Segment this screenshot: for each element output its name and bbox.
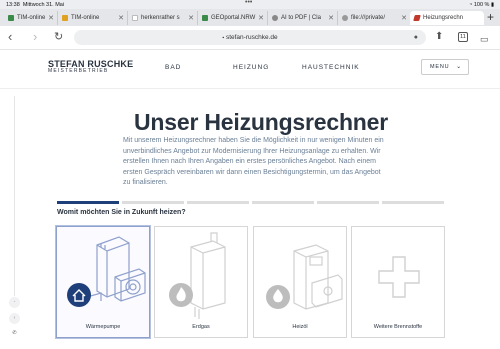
browser-toolbar: ‹ › ↻ ▪ stefan-ruschke.de ● ⬆ 11 ▭ bbox=[0, 26, 500, 50]
progress-segment bbox=[252, 201, 314, 204]
nav-link-bad[interactable]: BAD bbox=[165, 64, 181, 71]
status-bar: 13:38 Mittwoch 31. Mai ••• ◔ 100 % ▮ bbox=[0, 0, 500, 9]
tab-herkenrather[interactable]: herkenrather s ✕ bbox=[128, 11, 198, 25]
address-bar[interactable]: ▪ stefan-ruschke.de ● bbox=[74, 30, 426, 45]
gas-boiler-icon bbox=[169, 232, 226, 319]
close-tab-icon[interactable]: ✕ bbox=[188, 14, 194, 22]
multitask-dots-icon[interactable]: ••• bbox=[245, 0, 252, 6]
option-label: Erdgas bbox=[192, 324, 210, 330]
logo-subtitle: MEISTERBETRIEB bbox=[48, 68, 109, 74]
tab-geoportal[interactable]: GEOportal.NRW ✕ bbox=[198, 11, 268, 25]
microphone-icon[interactable]: ● bbox=[414, 30, 418, 45]
tab-favicon bbox=[413, 15, 421, 21]
status-time-date: 13:38 Mittwoch 31. Mai bbox=[6, 1, 65, 8]
globe-icon bbox=[342, 15, 348, 21]
tab-favicon bbox=[272, 15, 278, 21]
tab-label: GEOportal.NRW bbox=[211, 15, 256, 21]
tab-label: Heizungsrechn bbox=[423, 15, 464, 21]
sidebar-dot-icon[interactable]: ◦ bbox=[9, 297, 20, 308]
tab-label: AI to PDF | Cla bbox=[281, 15, 321, 21]
google-icon bbox=[132, 15, 138, 21]
menu-button[interactable]: MENU ⌄ bbox=[421, 59, 469, 75]
progress-segment bbox=[187, 201, 249, 204]
sidebar-rail bbox=[14, 96, 15, 296]
close-tab-icon[interactable]: ✕ bbox=[328, 14, 334, 22]
progress-segment bbox=[382, 201, 444, 204]
tab-label: herkenrather s bbox=[141, 15, 180, 21]
option-card-heizoel[interactable]: Heizöl bbox=[253, 226, 347, 338]
intro-text: Mit unserem Heizungsrechner haben Sie di… bbox=[123, 137, 384, 186]
option-label: Wärmepumpe bbox=[85, 324, 121, 330]
tab-label: TIM-online bbox=[71, 15, 100, 21]
forward-icon[interactable]: › bbox=[33, 30, 37, 44]
reload-icon[interactable]: ↻ bbox=[54, 30, 63, 44]
close-tab-icon[interactable]: ✕ bbox=[401, 14, 407, 22]
progress-segment bbox=[317, 201, 379, 204]
url-text: stefan-ruschke.de bbox=[225, 34, 278, 41]
phone-icon[interactable]: ✆ bbox=[9, 328, 20, 339]
progress-segment bbox=[122, 201, 184, 204]
heat-pump-icon bbox=[67, 236, 146, 307]
chevron-down-icon: ⌄ bbox=[456, 64, 462, 70]
tab-overview-button[interactable]: 11 bbox=[458, 32, 468, 42]
option-label: Weitere Brennstoffe bbox=[373, 324, 423, 330]
tab-favicon bbox=[8, 15, 14, 21]
question-label: Womit möchten Sie in Zukunft heizen? bbox=[57, 209, 186, 216]
sidebar-icon[interactable]: ▭ bbox=[480, 32, 489, 46]
tab-ai-to-pdf[interactable]: AI to PDF | Cla ✕ bbox=[268, 11, 338, 25]
option-label: Heizöl bbox=[292, 324, 308, 330]
close-tab-icon[interactable]: ✕ bbox=[118, 14, 124, 22]
tab-label: TIM-online bbox=[17, 15, 46, 21]
nav-link-heizung[interactable]: HEIZUNG bbox=[233, 64, 269, 71]
tab-favicon bbox=[62, 15, 68, 21]
sidebar-arrow-icon[interactable]: ‹ bbox=[9, 313, 20, 324]
menu-label: MENU bbox=[430, 64, 450, 70]
tab-bar: TIM-online ✕ TIM-online ✕ herkenrather s ✕ … bbox=[0, 9, 500, 26]
back-icon[interactable]: ‹ bbox=[8, 30, 12, 44]
tab-tim-online-1[interactable]: TIM-online ✕ bbox=[4, 11, 58, 25]
tab-label: file:///private/ bbox=[351, 15, 386, 21]
oil-boiler-icon bbox=[266, 244, 343, 310]
progress-bar bbox=[57, 201, 444, 204]
close-tab-icon[interactable]: ✕ bbox=[48, 14, 54, 22]
option-card-waermepumpe[interactable]: Wärmepumpe bbox=[56, 226, 150, 338]
share-icon[interactable]: ⬆ bbox=[435, 31, 443, 42]
lock-icon: ▪ bbox=[222, 35, 225, 41]
header-divider bbox=[0, 88, 500, 89]
tab-heizungsrechner[interactable]: Heizungsrechn bbox=[410, 11, 484, 25]
tab-favicon bbox=[202, 15, 208, 21]
tab-tim-online-2[interactable]: TIM-online ✕ bbox=[58, 11, 128, 25]
new-tab-icon[interactable]: + bbox=[487, 10, 494, 24]
option-card-weitere-brennstoffe[interactable]: Weitere Brennstoffe bbox=[351, 226, 445, 338]
close-tab-icon[interactable]: ✕ bbox=[258, 14, 264, 22]
progress-segment bbox=[57, 201, 119, 204]
page-title: Unser Heizungsrechner bbox=[134, 109, 388, 135]
tab-file-private[interactable]: file:///private/ ✕ bbox=[338, 11, 410, 25]
status-battery: ◔ 100 % ▮ bbox=[468, 1, 494, 8]
option-card-erdgas[interactable]: Erdgas bbox=[154, 226, 248, 338]
plus-icon bbox=[378, 256, 420, 298]
nav-link-haustechnik[interactable]: HAUSTECHNIK bbox=[302, 64, 360, 71]
